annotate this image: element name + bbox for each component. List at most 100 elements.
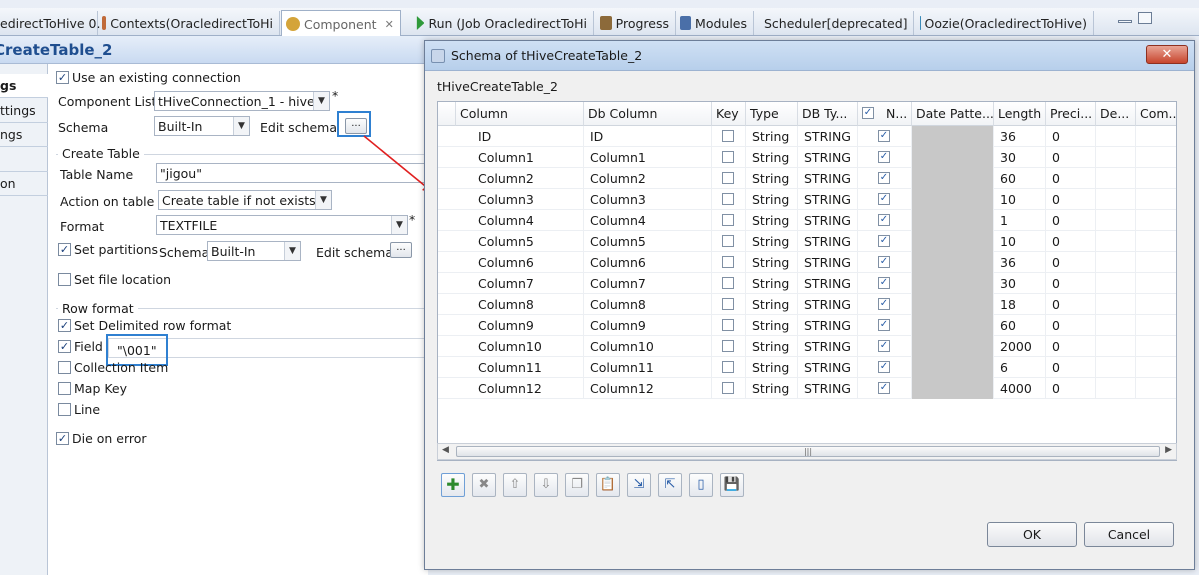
nullable-checkbox[interactable]: ✓ (878, 340, 890, 352)
tab-run[interactable]: Run (Job OracledirectToHi (412, 11, 594, 35)
cell-def[interactable] (1096, 210, 1136, 231)
cell-type[interactable]: String (746, 336, 798, 357)
cell-db-type[interactable]: STRING (798, 126, 858, 147)
action-on-table-select[interactable]: Create table if not exists ▼ (158, 190, 332, 210)
cell-def[interactable] (1096, 252, 1136, 273)
cell-length[interactable]: 10 (994, 189, 1046, 210)
cell-key[interactable] (712, 294, 746, 315)
cell-def[interactable] (1096, 357, 1136, 378)
cell-db-column[interactable]: Column7 (584, 273, 712, 294)
table-row[interactable]: Column4 Column4 String STRING ✓ 1 0 (438, 210, 1176, 231)
cell-date[interactable] (912, 273, 994, 294)
cell-precision[interactable]: 0 (1046, 252, 1096, 273)
cell-precision[interactable]: 0 (1046, 168, 1096, 189)
use-existing-connection-checkbox[interactable]: ✓ (56, 71, 69, 84)
cancel-button[interactable]: Cancel (1084, 522, 1174, 547)
column-header-date-pattern[interactable]: Date Patte... (912, 102, 994, 126)
cell-db-column[interactable]: Column9 (584, 315, 712, 336)
key-checkbox[interactable] (722, 256, 734, 268)
cell-nullable[interactable]: ✓ (858, 294, 912, 315)
cell-key[interactable] (712, 189, 746, 210)
nullable-checkbox[interactable]: ✓ (878, 382, 890, 394)
cell-type[interactable]: String (746, 189, 798, 210)
cell-def[interactable] (1096, 273, 1136, 294)
cell-com[interactable] (1136, 189, 1176, 210)
column-header-length[interactable]: Length (994, 102, 1046, 126)
cell-key[interactable] (712, 336, 746, 357)
cell-precision[interactable]: 0 (1046, 315, 1096, 336)
cell-db-type[interactable]: STRING (798, 210, 858, 231)
horizontal-scrollbar[interactable]: ◀ ||| ▶ (437, 443, 1177, 460)
field-checkbox[interactable]: ✓ (58, 340, 71, 353)
cell-type[interactable]: String (746, 126, 798, 147)
column-header-db-column[interactable]: Db Column (584, 102, 712, 126)
cell-date[interactable] (912, 336, 994, 357)
vtab-basic-settings[interactable]: gs (0, 74, 48, 98)
partition-edit-schema-button[interactable]: ... (390, 242, 412, 258)
cell-db-type[interactable]: STRING (798, 273, 858, 294)
table-row[interactable]: Column1 Column1 String STRING ✓ 30 0 (438, 147, 1176, 168)
cell-length[interactable]: 36 (994, 252, 1046, 273)
cell-date[interactable] (912, 294, 994, 315)
delete-row-button[interactable]: ✖ (472, 473, 496, 497)
cell-db-column[interactable]: Column4 (584, 210, 712, 231)
cell-date[interactable] (912, 168, 994, 189)
cell-length[interactable]: 36 (994, 126, 1046, 147)
reset-button[interactable]: ▯ (689, 473, 713, 497)
cell-db-type[interactable]: STRING (798, 336, 858, 357)
export-schema-button[interactable]: ⇱ (658, 473, 682, 497)
map-key-checkbox[interactable] (58, 382, 71, 395)
cell-nullable[interactable]: ✓ (858, 231, 912, 252)
cell-nullable[interactable]: ✓ (858, 315, 912, 336)
cell-key[interactable] (712, 378, 746, 399)
cell-date[interactable] (912, 357, 994, 378)
import-schema-button[interactable]: ⇲ (627, 473, 651, 497)
cell-nullable[interactable]: ✓ (858, 273, 912, 294)
cell-type[interactable]: String (746, 210, 798, 231)
cell-length[interactable]: 2000 (994, 336, 1046, 357)
cell-db-column[interactable]: Column3 (584, 189, 712, 210)
vtab-dynamic-settings[interactable]: ngs (0, 123, 48, 147)
component-list-select[interactable]: tHiveConnection_1 - hive ▼ (154, 91, 330, 111)
cell-def[interactable] (1096, 231, 1136, 252)
nullable-checkbox[interactable]: ✓ (878, 214, 890, 226)
add-row-button[interactable]: ✚ (441, 473, 465, 497)
tab-modules[interactable]: Modules (676, 11, 754, 35)
cell-com[interactable] (1136, 357, 1176, 378)
select-all-nullable-checkbox[interactable]: ✓ (862, 107, 874, 119)
nullable-checkbox[interactable]: ✓ (878, 277, 890, 289)
cell-precision[interactable]: 0 (1046, 231, 1096, 252)
nullable-checkbox[interactable]: ✓ (878, 319, 890, 331)
nullable-checkbox[interactable]: ✓ (878, 361, 890, 373)
cell-key[interactable] (712, 315, 746, 336)
table-row[interactable]: Column9 Column9 String STRING ✓ 60 0 (438, 315, 1176, 336)
cell-precision[interactable]: 0 (1046, 147, 1096, 168)
cell-type[interactable]: String (746, 231, 798, 252)
cell-column[interactable]: Column5 (456, 231, 584, 252)
cell-column[interactable]: Column3 (456, 189, 584, 210)
cell-column[interactable]: Column11 (456, 357, 584, 378)
cell-db-column[interactable]: Column6 (584, 252, 712, 273)
cell-date[interactable] (912, 147, 994, 168)
table-row[interactable]: Column2 Column2 String STRING ✓ 60 0 (438, 168, 1176, 189)
cell-precision[interactable]: 0 (1046, 273, 1096, 294)
cell-precision[interactable]: 0 (1046, 294, 1096, 315)
cell-com[interactable] (1136, 336, 1176, 357)
scroll-right-icon[interactable]: ▶ (1165, 445, 1172, 455)
column-header-default[interactable]: De... (1096, 102, 1136, 126)
cell-length[interactable]: 60 (994, 168, 1046, 189)
key-checkbox[interactable] (722, 361, 734, 373)
table-row[interactable]: Column6 Column6 String STRING ✓ 36 0 (438, 252, 1176, 273)
cell-precision[interactable]: 0 (1046, 378, 1096, 399)
cell-com[interactable] (1136, 273, 1176, 294)
cell-precision[interactable]: 0 (1046, 126, 1096, 147)
key-checkbox[interactable] (722, 193, 734, 205)
cell-nullable[interactable]: ✓ (858, 210, 912, 231)
cell-length[interactable]: 18 (994, 294, 1046, 315)
cell-length[interactable]: 1 (994, 210, 1046, 231)
cell-com[interactable] (1136, 231, 1176, 252)
set-delimited-checkbox[interactable]: ✓ (58, 319, 71, 332)
cell-db-type[interactable]: STRING (798, 378, 858, 399)
table-row[interactable]: Column11 Column11 String STRING ✓ 6 0 (438, 357, 1176, 378)
move-down-button[interactable]: ⇩ (534, 473, 558, 497)
